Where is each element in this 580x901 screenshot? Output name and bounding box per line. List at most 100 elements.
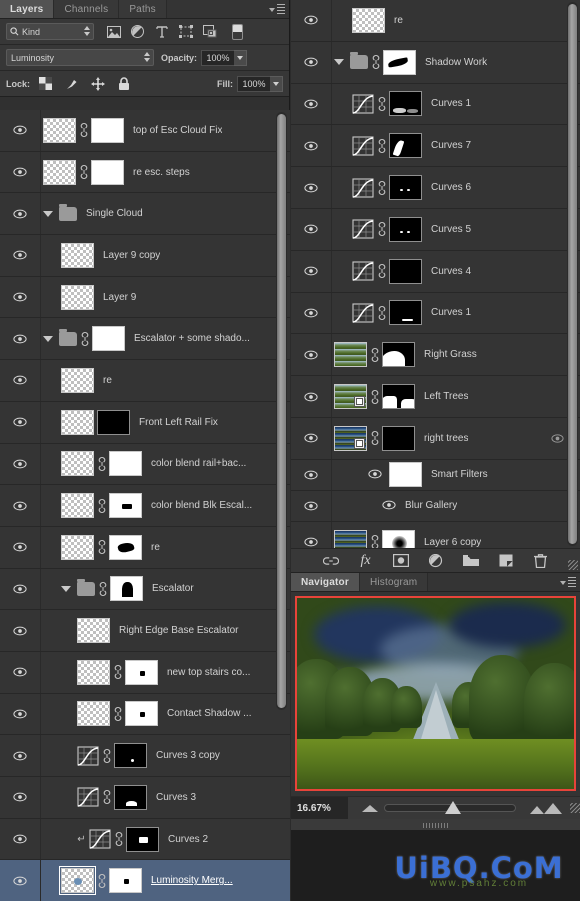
layer-row[interactable]: Front Left Rail Fix — [0, 401, 290, 444]
layer-row-body[interactable]: re — [41, 360, 290, 401]
link-mask-icon[interactable] — [370, 389, 379, 404]
visibility-eye-icon[interactable] — [13, 125, 27, 135]
curves-adjustment-icon[interactable] — [352, 303, 374, 323]
layer-visibility-cell[interactable] — [0, 318, 41, 360]
layer-row-body[interactable]: Curves 4 — [332, 251, 580, 292]
link-mask-icon[interactable] — [370, 535, 379, 548]
group-expand-triangle[interactable] — [43, 210, 53, 217]
navigator-panel-menu-icon[interactable] — [560, 576, 576, 589]
layer-row-body[interactable]: Layer 9 — [41, 277, 290, 318]
curves-adjustment-icon[interactable] — [77, 787, 99, 808]
layer-row-body[interactable]: Escalator — [41, 569, 290, 610]
layer-row-body[interactable]: Right Edge Base Escalator — [41, 610, 290, 651]
lock-all-icon[interactable] — [116, 76, 131, 91]
layer-row-body[interactable]: Curves 6 — [332, 167, 580, 208]
layer-row[interactable]: ↵ Curves 2 — [0, 818, 290, 861]
layer-mask-thumbnail[interactable] — [92, 326, 125, 352]
layer-visibility-cell[interactable] — [0, 235, 41, 276]
layer-thumbnail[interactable] — [352, 7, 385, 33]
group-expand-triangle[interactable] — [334, 59, 344, 66]
layer-visibility-cell[interactable] — [291, 0, 332, 41]
layer-row-body[interactable]: Curves 5 — [332, 209, 580, 250]
layer-row[interactable]: right trees — [291, 417, 580, 460]
layer-row[interactable]: Curves 3 — [0, 777, 290, 819]
layer-visibility-cell[interactable] — [0, 401, 41, 443]
layer-thumbnail[interactable] — [334, 342, 367, 368]
layer-thumbnail[interactable] — [61, 284, 94, 310]
layer-row[interactable]: Smart Filters — [291, 459, 580, 491]
layer-mask-thumbnail[interactable] — [382, 529, 415, 548]
link-mask-icon[interactable] — [113, 706, 122, 721]
layer-mask-thumbnail[interactable] — [125, 701, 158, 727]
layer-row-body[interactable]: right trees — [332, 418, 580, 459]
visibility-eye-icon[interactable] — [304, 470, 318, 480]
layer-visibility-cell[interactable] — [291, 490, 332, 521]
layer-mask-thumbnail[interactable] — [389, 133, 422, 159]
layer-style-fx-icon[interactable]: fx — [358, 553, 374, 569]
layer-row[interactable]: Right Edge Base Escalator — [0, 610, 290, 652]
layer-visibility-cell[interactable] — [0, 110, 41, 151]
layer-row-body[interactable]: Escalator + some shado... — [41, 318, 290, 359]
layer-visibility-cell[interactable] — [0, 860, 41, 901]
link-mask-icon[interactable] — [97, 873, 106, 888]
visibility-eye-icon[interactable] — [382, 500, 396, 510]
visibility-eye-icon[interactable] — [13, 417, 27, 427]
lock-position-icon[interactable] — [90, 76, 105, 91]
layer-row[interactable]: Curves 4 — [291, 250, 580, 293]
layer-row[interactable]: new top stairs co... — [0, 651, 290, 694]
layer-visibility-cell[interactable] — [0, 443, 41, 485]
layer-row-body[interactable]: Curves 1 — [332, 84, 580, 125]
visibility-eye-icon[interactable] — [13, 751, 27, 761]
visibility-eye-icon[interactable] — [304, 99, 318, 109]
layer-visibility-cell[interactable] — [0, 526, 41, 568]
layer-visibility-cell[interactable] — [291, 41, 332, 83]
visibility-eye-icon[interactable] — [13, 334, 27, 344]
curves-adjustment-icon[interactable] — [352, 219, 374, 240]
navigator-thumbnail[interactable] — [295, 596, 576, 791]
layer-thumbnail[interactable] — [61, 493, 94, 519]
layer-visibility-cell[interactable] — [291, 459, 332, 490]
layer-mask-thumbnail[interactable] — [91, 159, 124, 185]
curves-adjustment-icon[interactable] — [352, 261, 374, 281]
layer-row-body[interactable]: re — [332, 0, 580, 41]
visibility-eye-icon[interactable] — [304, 266, 318, 276]
layer-row-body[interactable]: Curves 3 — [41, 777, 290, 818]
layer-row[interactable]: Layer 6 copy — [291, 521, 580, 548]
layer-row-body[interactable]: Blur Gallery — [332, 491, 580, 521]
visibility-eye-icon[interactable] — [13, 667, 27, 677]
layer-mask-thumbnail[interactable] — [91, 117, 124, 143]
smart-filter-visibility-icon[interactable] — [551, 433, 564, 444]
link-mask-icon[interactable] — [113, 665, 122, 680]
layer-row[interactable]: Single Cloud — [0, 193, 290, 236]
right-layer-list[interactable]: re Shadow Work Curves 1 Curves 7 Curves 6 Cur… — [291, 0, 580, 548]
visibility-eye-icon[interactable] — [13, 167, 27, 177]
link-mask-icon[interactable] — [98, 581, 107, 596]
layer-mask-thumbnail[interactable] — [109, 534, 142, 560]
link-mask-icon[interactable] — [377, 96, 386, 111]
link-mask-icon[interactable] — [79, 165, 88, 180]
link-mask-icon[interactable] — [97, 540, 106, 555]
layer-visibility-cell[interactable] — [0, 818, 41, 860]
layer-mask-thumbnail[interactable] — [109, 868, 142, 894]
link-mask-icon[interactable] — [377, 180, 386, 195]
pixel-layer-filter-icon[interactable] — [106, 24, 121, 39]
layer-row-body[interactable]: Shadow Work — [332, 42, 580, 83]
layer-visibility-cell[interactable] — [0, 193, 41, 235]
layer-row[interactable]: re esc. steps — [0, 151, 290, 194]
tab-channels[interactable]: Channels — [54, 0, 120, 18]
layer-row-body[interactable]: re esc. steps — [41, 152, 290, 193]
layer-row-body[interactable]: Layer 9 copy — [41, 235, 290, 276]
layer-row[interactable]: Luminosity Merg... — [0, 860, 290, 901]
layer-mask-thumbnail[interactable] — [109, 451, 142, 477]
zoom-slider-knob[interactable] — [444, 801, 461, 814]
layer-thumbnail[interactable] — [43, 159, 76, 185]
layer-row-body[interactable]: Left Trees — [332, 376, 580, 417]
panel-resize-grip[interactable] — [568, 560, 578, 570]
layer-visibility-cell[interactable] — [291, 334, 332, 376]
opacity-value[interactable]: 100% — [201, 49, 236, 66]
visibility-eye-icon[interactable] — [304, 350, 318, 360]
curves-adjustment-icon[interactable] — [77, 746, 99, 766]
visibility-eye-icon[interactable] — [304, 183, 318, 193]
layer-visibility-cell[interactable] — [0, 485, 41, 526]
layer-visibility-cell[interactable] — [291, 125, 332, 167]
